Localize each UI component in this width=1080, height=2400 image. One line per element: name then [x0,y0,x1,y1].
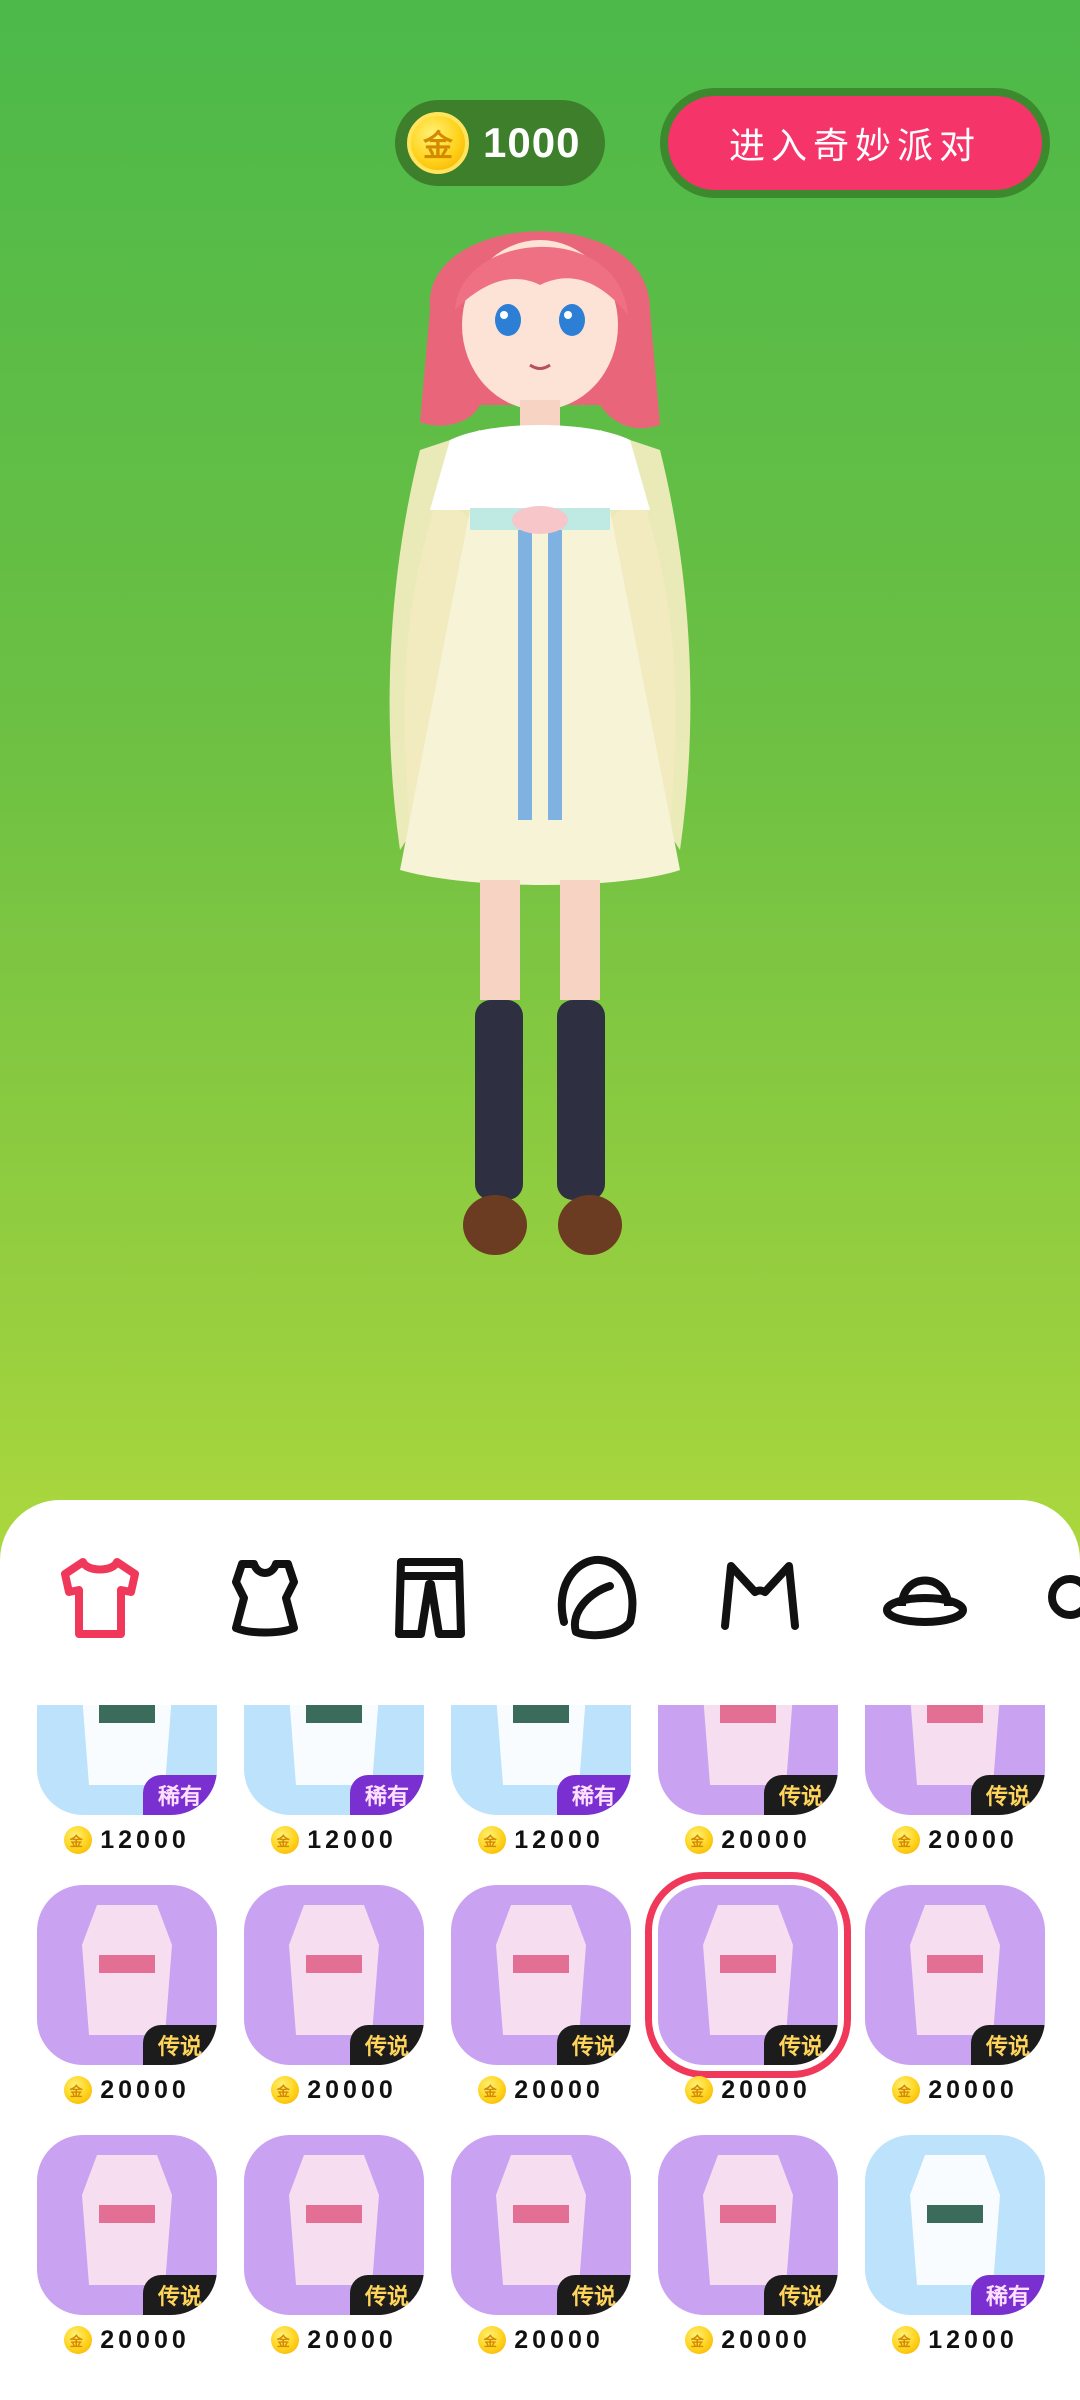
coin-icon: 金 [64,1826,93,1854]
price-value: 20000 [721,2075,811,2104]
price-value: 20000 [100,2075,190,2104]
cat-ears-icon [721,1562,799,1630]
rarity-badge: 传说 [557,2025,631,2065]
clothing-item[interactable]: 传说 [645,1872,851,2078]
item-price: 金 20000 [658,2073,838,2107]
coin-amount: 1000 [483,119,581,166]
price-value: 20000 [307,2325,397,2354]
price-value: 12000 [307,1825,397,1854]
clothing-item[interactable]: 稀有 [244,1705,424,1815]
enter-party-label: 进入奇妙派对 [668,96,1042,190]
coin-icon: 金 [892,2076,921,2104]
coin-icon: 金 [685,1826,714,1854]
tab-hat[interactable] [880,1552,970,1642]
price-value: 12000 [514,1825,604,1854]
coin-icon: 金 [271,2076,300,2104]
item-price: 金 20000 [865,2073,1045,2107]
price-value: 12000 [928,2325,1018,2354]
item-price: 金 12000 [244,1823,424,1857]
item-price: 金 20000 [244,2323,424,2357]
clothing-item[interactable]: 传说 [244,1885,424,2065]
rarity-badge: 传说 [971,2025,1045,2065]
item-price: 金 20000 [658,1823,838,1857]
item-price: 金 12000 [865,2323,1045,2357]
hair-icon [557,1555,637,1640]
rarity-badge: 稀有 [350,1775,424,1815]
coin-icon: 金 [478,2326,507,2354]
tab-vest[interactable] [220,1552,310,1642]
item-price: 金 20000 [451,2073,631,2107]
clothing-item[interactable]: 传说 [865,1705,1045,1815]
rarity-badge: 传说 [971,1775,1045,1815]
coin-icon: 金 [478,2076,507,2104]
clothing-item[interactable]: 传说 [865,1885,1045,2065]
wardrobe-panel: 稀有金 12000 稀有金 12000 稀有金 12000 传说金 20000 传说金 20000… [0,1500,1080,2400]
coin-icon: 金 [685,2076,714,2104]
tab-hair[interactable] [550,1552,640,1642]
rarity-badge: 传说 [143,2025,217,2065]
rarity-badge: 稀有 [971,2275,1045,2315]
price-value: 20000 [721,1825,811,1854]
clothing-item[interactable]: 传说 [451,2135,631,2315]
hat-icon [883,1576,967,1626]
rarity-badge: 传说 [764,2275,838,2315]
clothing-item[interactable]: 传说 [658,2135,838,2315]
clothing-item[interactable]: 传说 [37,2135,217,2315]
coin-icon: 金 [892,2326,921,2354]
item-price: 金 12000 [451,1823,631,1857]
clothing-item[interactable]: 传说 [658,1705,838,1815]
item-price: 金 20000 [244,2073,424,2107]
coin-icon: 金 [271,1826,300,1854]
clothing-item[interactable]: 传说 [244,2135,424,2315]
clothing-item[interactable]: 传说 [451,1885,631,2065]
price-value: 20000 [514,2075,604,2104]
enter-party-button[interactable]: 进入奇妙派对 [660,88,1050,198]
rarity-badge: 传说 [764,2025,838,2065]
category-tabs [0,1500,1080,1700]
coin-icon: 金 [892,1826,921,1854]
avatar-character [389,231,691,1255]
clothing-item[interactable]: 传说 [37,1885,217,2065]
pants-icon [395,1558,465,1638]
coin-icon: 金 [271,2326,300,2354]
item-price: 金 20000 [658,2323,838,2357]
rarity-badge: 传说 [350,2025,424,2065]
rarity-badge: 传说 [557,2275,631,2315]
item-price: 金 20000 [865,1823,1045,1857]
circle-icon [1048,1575,1080,1619]
price-value: 20000 [307,2075,397,2104]
item-price: 金 20000 [37,2323,217,2357]
rarity-badge: 稀有 [557,1775,631,1815]
rarity-badge: 传说 [764,1775,838,1815]
item-price: 金 20000 [37,2073,217,2107]
price-value: 20000 [928,2075,1018,2104]
tab-ears[interactable] [715,1552,805,1642]
rarity-badge: 传说 [350,2275,424,2315]
item-price: 金 20000 [451,2323,631,2357]
rarity-badge: 稀有 [143,1775,217,1815]
clothing-item[interactable]: 稀有 [37,1705,217,1815]
clothing-item[interactable]: 稀有 [451,1705,631,1815]
coin-icon: 金 [685,2326,714,2354]
price-value: 20000 [100,2325,190,2354]
tab-more[interactable] [1040,1552,1080,1642]
coin-icon: 金 [478,1826,507,1854]
price-value: 20000 [928,1825,1018,1854]
coin-balance: 金 1000 [395,100,605,186]
vest-icon [232,1560,298,1637]
tab-pants[interactable] [385,1552,475,1642]
clothing-grid: 稀有金 12000 稀有金 12000 稀有金 12000 传说金 20000 传说金 20000… [0,1705,1080,2400]
price-value: 12000 [100,1825,190,1854]
price-value: 20000 [721,2325,811,2354]
price-value: 20000 [514,2325,604,2354]
item-price: 金 12000 [37,1823,217,1857]
tab-shirt[interactable] [55,1552,145,1642]
coin-icon: 金 [407,112,469,174]
clothing-item[interactable]: 稀有 [865,2135,1045,2315]
coin-icon: 金 [64,2076,93,2104]
shirt-icon [61,1558,139,1638]
coin-icon: 金 [64,2326,93,2354]
rarity-badge: 传说 [143,2275,217,2315]
